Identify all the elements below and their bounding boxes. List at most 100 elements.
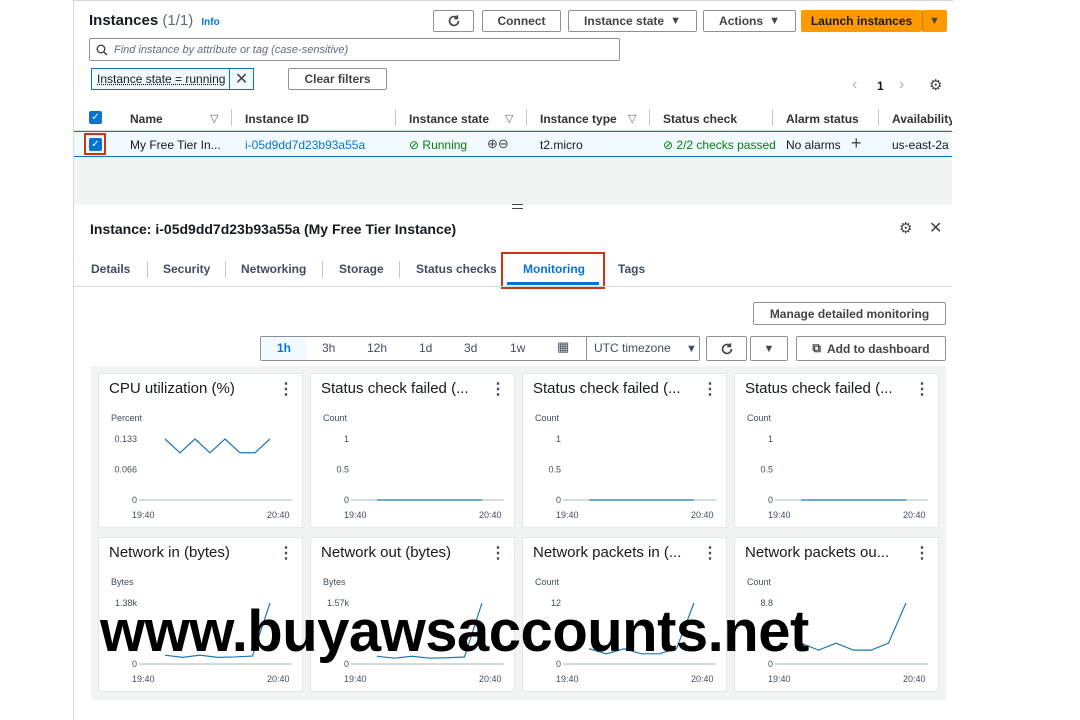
select-all-checkbox[interactable]: ✓ <box>89 111 102 124</box>
x-tick-label: 20:40 <box>267 510 290 520</box>
x-tick-label: 19:40 <box>556 510 579 520</box>
add-to-dashboard-button[interactable]: ⧉ Add to dashboard <box>796 336 946 361</box>
search-icon <box>96 44 108 56</box>
watermark: www.buyawsaccounts.net <box>100 599 809 664</box>
tab-tags[interactable]: Tags <box>618 262 645 276</box>
tab-status-checks[interactable]: Status checks <box>416 262 497 276</box>
sort-icon[interactable]: ▽ <box>505 112 513 125</box>
tab-storage[interactable]: Storage <box>339 262 384 276</box>
tab-details[interactable]: Details <box>91 262 130 276</box>
sort-icon[interactable]: ▽ <box>628 112 636 125</box>
tab-security[interactable]: Security <box>163 262 210 276</box>
add-dashboard-label: Add to dashboard <box>826 341 930 356</box>
detail-settings-gear-icon[interactable]: ⚙ <box>899 219 912 237</box>
x-tick-label: 20:40 <box>479 510 502 520</box>
search-placeholder: Find instance by attribute or tag (case-… <box>114 43 349 56</box>
y-tick-label: 0.5 <box>760 465 773 475</box>
metric-chart: Percent 0.133 0.066 0 19:40 20:40 <box>111 413 292 520</box>
header-availability[interactable]: Availability <box>892 112 952 126</box>
chart-unit-label: Bytes <box>323 577 346 587</box>
range-1h[interactable]: 1h <box>277 341 291 355</box>
header-alarm-status[interactable]: Alarm status <box>786 112 859 126</box>
page-number[interactable]: 1 <box>877 79 884 93</box>
info-link[interactable]: Info <box>201 17 219 28</box>
row-instance-id[interactable]: i-05d9dd7d23b93a55a <box>245 138 365 152</box>
zoom-in-icon[interactable]: ⊕ <box>487 136 498 151</box>
add-alarm-icon[interactable]: + <box>851 133 862 154</box>
refresh-metrics-button[interactable] <box>706 336 747 361</box>
detail-close-icon[interactable]: ✕ <box>929 218 942 238</box>
connect-label: Connect <box>497 14 546 28</box>
x-tick-label: 20:40 <box>267 674 290 684</box>
range-12h[interactable]: 12h <box>367 341 387 355</box>
chart-unit-label: Percent <box>111 413 143 423</box>
table-settings-gear-icon[interactable]: ⚙ <box>929 76 942 94</box>
refresh-icon <box>448 15 459 27</box>
metric-card: Status check failed (... ⋮ Count 1 0.5 0 19:40… <box>734 373 939 528</box>
header-instance-type[interactable]: Instance type <box>540 112 617 126</box>
calendar-icon[interactable]: ▦ <box>557 339 569 355</box>
y-tick-label: 0 <box>132 495 137 505</box>
connect-button[interactable]: Connect <box>482 10 561 32</box>
tab-monitoring[interactable]: Monitoring <box>523 262 585 276</box>
y-tick-label: 0 <box>768 495 773 505</box>
range-1w[interactable]: 1w <box>510 341 525 355</box>
range-3h[interactable]: 3h <box>322 341 335 355</box>
instance-state-button[interactable]: Instance state ▼ <box>568 10 697 32</box>
header-status-check[interactable]: Status check <box>663 112 737 126</box>
caret-down-icon: ▼ <box>670 15 681 27</box>
sort-icon[interactable]: ▽ <box>210 112 218 125</box>
filter-token-label[interactable]: Instance state = running <box>92 72 229 86</box>
caret-down-icon: ▼ <box>769 15 780 27</box>
row-name: My Free Tier In... <box>130 138 221 152</box>
row-status-check-label: 2/2 checks passed <box>676 138 776 152</box>
y-tick-label: 0.066 <box>114 465 137 475</box>
timezone-select[interactable]: UTC timezone ▼ <box>594 341 697 355</box>
row-state-label: Running <box>422 138 468 152</box>
clear-filters-button[interactable]: Clear filters <box>288 68 387 90</box>
range-divider <box>586 337 587 360</box>
zoom-out-icon[interactable]: ⊖ <box>498 136 509 151</box>
row-checkbox[interactable]: ✓ <box>89 138 102 151</box>
header-name[interactable]: Name <box>130 112 163 126</box>
timezone-label: UTC timezone <box>594 341 671 355</box>
col-divider <box>878 109 879 126</box>
chart-unit-label: Count <box>747 413 772 423</box>
y-tick-label: 1 <box>344 434 349 444</box>
x-tick-label: 19:40 <box>344 510 367 520</box>
external-link-icon: ⧉ <box>812 341 821 355</box>
actions-button[interactable]: Actions ▼ <box>703 10 796 32</box>
header-instance-state[interactable]: Instance state <box>409 112 489 126</box>
y-tick-label: 1 <box>556 434 561 444</box>
header-instance-id[interactable]: Instance ID <box>245 112 309 126</box>
refresh-options-button[interactable]: ▼ <box>750 336 788 361</box>
filter-remove-icon[interactable]: ✕ <box>229 69 253 89</box>
tab-divider <box>147 261 148 278</box>
metric-series-line <box>800 602 907 651</box>
x-tick-label: 19:40 <box>556 674 579 684</box>
manage-monitoring-button[interactable]: Manage detailed monitoring <box>753 302 946 325</box>
next-page-icon[interactable]: › <box>899 76 904 94</box>
search-input[interactable]: Find instance by attribute or tag (case-… <box>89 38 620 61</box>
zoom-icons[interactable]: ⊕⊖ <box>487 136 509 152</box>
x-tick-label: 19:40 <box>768 510 791 520</box>
metric-card: Status check failed (... ⋮ Count 1 0.5 0 19:40… <box>522 373 727 528</box>
prev-page-icon[interactable]: ‹ <box>852 76 857 94</box>
launch-dropdown-button[interactable]: ▼ <box>922 10 947 32</box>
y-tick-label: 0 <box>344 495 349 505</box>
metric-chart: Count 1 0.5 0 19:40 20:40 <box>747 413 928 520</box>
drag-handle-icon[interactable] <box>512 204 523 209</box>
tab-networking[interactable]: Networking <box>241 262 306 276</box>
range-1d[interactable]: 1d <box>419 341 432 355</box>
y-tick-label: 1 <box>768 434 773 444</box>
launch-instances-button[interactable]: Launch instances <box>801 10 922 32</box>
launch-label: Launch instances <box>810 14 913 28</box>
range-3d[interactable]: 3d <box>464 341 477 355</box>
tab-monitoring-underline <box>507 282 599 285</box>
caret-down-icon: ▼ <box>763 342 775 355</box>
tab-divider <box>225 261 226 278</box>
instance-state-label: Instance state <box>584 14 665 28</box>
instances-title: Instances (1/1) Info <box>89 12 220 29</box>
y-tick-label: 0 <box>556 495 561 505</box>
refresh-button[interactable] <box>433 10 474 32</box>
